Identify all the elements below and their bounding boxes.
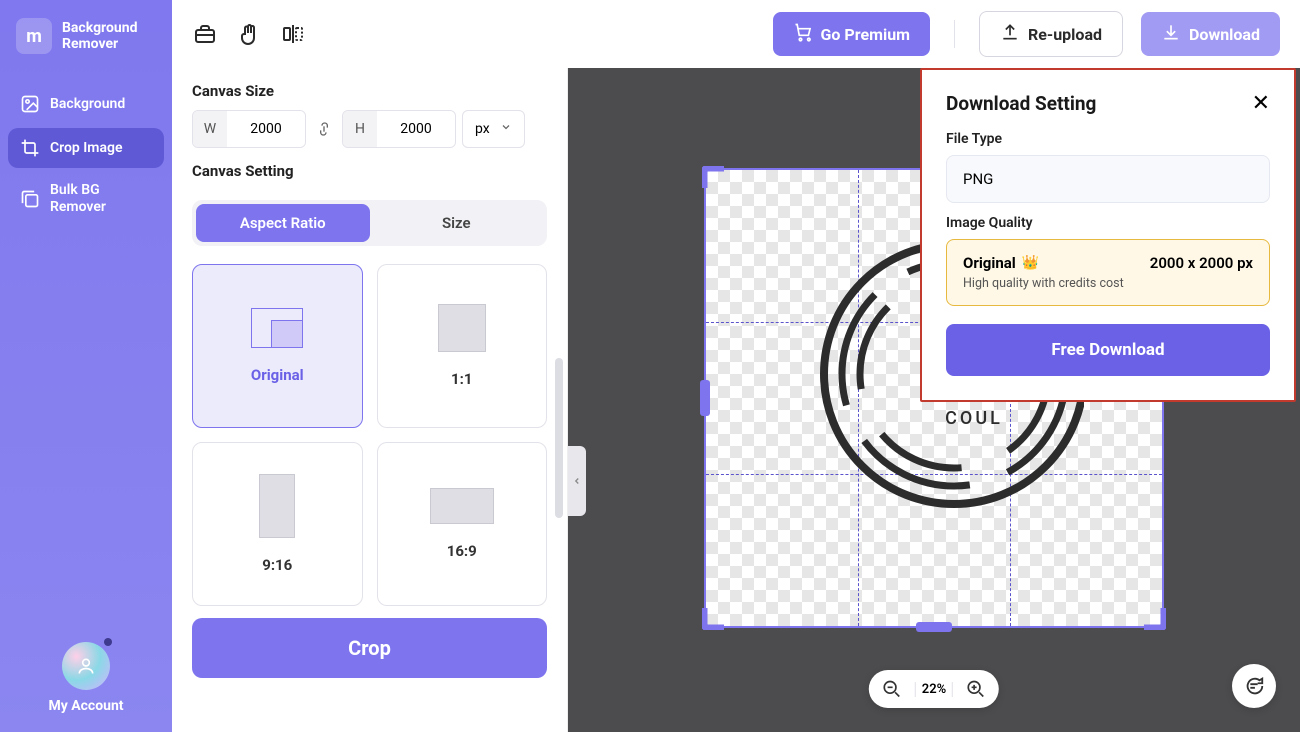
file-type-select[interactable]: PNG [946,155,1270,203]
sidebar-item-label: Bulk BG Remover [50,182,152,216]
app-logo[interactable]: m Background Remover [0,18,172,74]
account-section[interactable]: My Account [0,642,172,732]
avatar [62,642,110,690]
stack-icon [20,189,40,209]
crop-handle-bl[interactable] [702,606,726,630]
sidebar-item-background[interactable]: Background [8,84,164,124]
height-label: H [343,111,377,147]
crop-handle-bottom[interactable] [916,622,952,632]
ratio-thumb [438,304,486,352]
crop-handle-br[interactable] [1142,606,1166,630]
svg-text:COUL: COUL [945,408,1003,429]
size-row: W H px [192,110,547,148]
zoom-out-button[interactable] [879,676,905,702]
height-input[interactable] [377,111,455,147]
crop-handle-left[interactable] [700,380,710,416]
ratio-thumb [259,474,295,538]
chevron-down-icon [500,121,512,137]
height-box: H [342,110,456,148]
go-premium-button[interactable]: Go Premium [773,12,931,56]
ratio-card-1-1[interactable]: 1:1 [377,264,548,428]
ratio-thumb [430,488,494,524]
flip-icon[interactable] [280,21,306,47]
workspace: Canvas Size W H px [172,68,1300,732]
panel-collapse-handle[interactable] [568,446,586,516]
width-input[interactable] [227,111,305,147]
quality-dimensions: 2000 x 2000 px [1150,254,1253,272]
ratio-card-original[interactable]: Original [192,264,363,428]
download-setting-popover: Download Setting ✕ File Type PNG Image Q… [920,68,1296,402]
crown-icon: 👑 [1022,255,1039,271]
setting-tabs: Aspect Ratio Size [192,200,547,246]
close-icon[interactable]: ✕ [1252,93,1270,115]
image-quality-label: Image Quality [946,215,1270,231]
zoom-bar: 22% [869,670,999,708]
unit-select[interactable]: px [462,110,525,148]
link-dimensions-icon[interactable] [312,119,336,139]
sidebar-nav: Background Crop Image Bulk BG Remover [0,74,172,236]
image-icon [20,94,40,114]
crop-handle-tl[interactable] [702,166,726,190]
popover-title: Download Setting [946,92,1096,115]
aspect-grid: Original 1:1 9:16 16:9 [192,264,547,606]
tab-aspect-ratio[interactable]: Aspect Ratio [196,204,370,242]
topbar: Go Premium Re-upload Download [172,0,1300,68]
app-name: Background Remover [62,20,137,52]
hand-icon[interactable] [236,21,262,47]
download-icon [1161,22,1181,46]
main: Go Premium Re-upload Download Canvas Siz… [172,0,1300,732]
canvas-setting-title: Canvas Setting [192,162,547,180]
ratio-card-9-16[interactable]: 9:16 [192,442,363,606]
crop-panel: Canvas Size W H px [172,68,568,732]
canvas-area: Y LO COUL 22% [568,68,1300,732]
upload-icon [1000,22,1020,46]
tab-size[interactable]: Size [370,204,544,242]
zoom-value: 22% [915,682,953,697]
sidebar-item-bulk-bg-remover[interactable]: Bulk BG Remover [8,172,164,226]
width-label: W [193,111,227,147]
canvas-size-title: Canvas Size [192,82,547,100]
cart-icon [793,22,813,46]
width-box: W [192,110,306,148]
crop-icon [20,138,40,158]
zoom-in-button[interactable] [963,676,989,702]
file-type-label: File Type [946,131,1270,147]
ratio-card-16-9[interactable]: 16:9 [377,442,548,606]
sidebar: m Background Remover Background Crop Ima… [0,0,172,732]
sidebar-item-label: Crop Image [50,140,122,156]
crop-button[interactable]: Crop [192,618,547,678]
ratio-thumb [251,308,303,348]
free-download-button[interactable]: Free Download [946,324,1270,376]
sidebar-item-crop-image[interactable]: Crop Image [8,128,164,168]
feedback-button[interactable] [1232,664,1276,708]
quality-option-original[interactable]: Original 👑 High quality with credits cos… [946,239,1270,306]
sidebar-item-label: Background [50,96,125,112]
panel-scrollbar[interactable] [555,358,563,518]
toolbox-icon[interactable] [192,21,218,47]
divider [954,20,955,48]
reupload-button[interactable]: Re-upload [979,11,1123,57]
account-label: My Account [0,698,172,714]
download-button[interactable]: Download [1141,12,1280,56]
logo-icon: m [16,18,52,54]
